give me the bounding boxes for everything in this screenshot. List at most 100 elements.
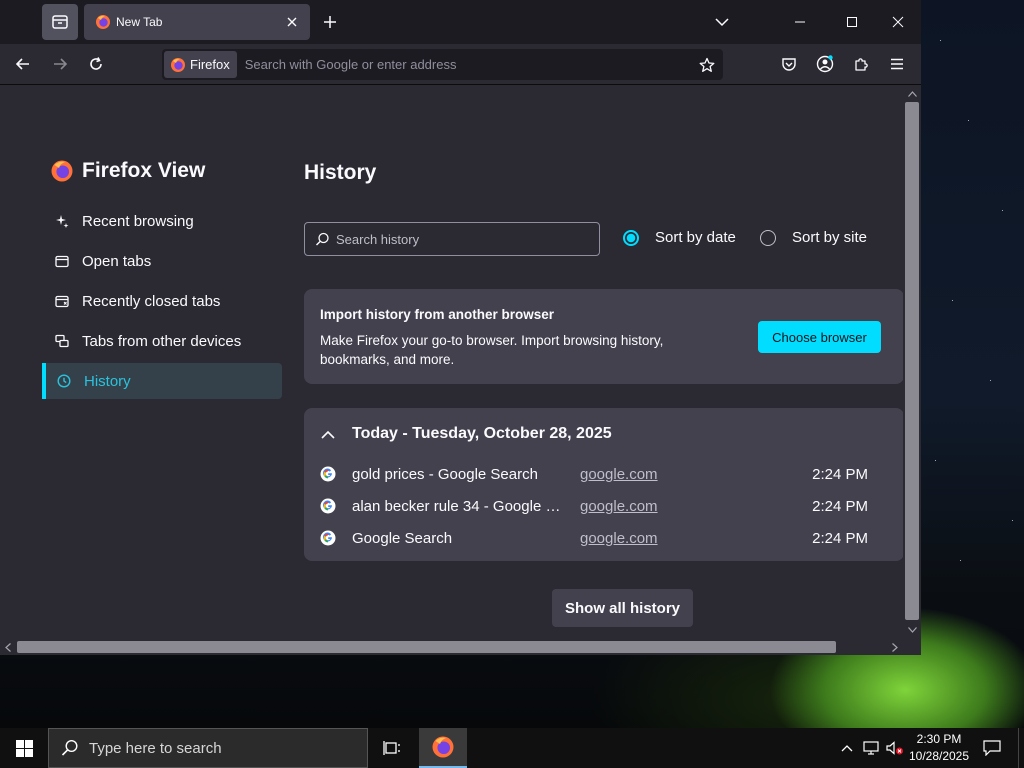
new-tab-button[interactable]: [316, 8, 344, 36]
scroll-left-arrow-icon[interactable]: [1, 640, 15, 654]
closed-tab-icon: [54, 293, 70, 309]
tab-title: New Tab: [116, 15, 163, 29]
history-entry-title: gold prices - Google Search: [352, 465, 538, 483]
sort-by-date-label: Sort by date: [655, 229, 736, 246]
volume-button[interactable]: [884, 728, 906, 768]
tab-new-tab[interactable]: New Tab: [84, 4, 310, 40]
start-button[interactable]: [0, 728, 48, 768]
maximize-button[interactable]: [834, 4, 870, 40]
sort-by-site-label: Sort by site: [792, 229, 868, 246]
history-entry-domain[interactable]: google.com: [580, 530, 794, 547]
bookmark-button[interactable]: [693, 51, 721, 79]
google-favicon-icon: [320, 530, 336, 546]
vertical-scrollbar-thumb[interactable]: [905, 102, 919, 620]
firefox-view-title: Firefox View: [82, 159, 206, 182]
account-icon: [816, 55, 834, 73]
sidebar-item-open-tabs[interactable]: Open tabs: [42, 243, 282, 279]
windows-taskbar: 2:30 PM 10/28/2025: [0, 728, 1024, 768]
chevron-up-icon: [841, 745, 853, 752]
navigation-toolbar: Firefox: [0, 44, 921, 85]
sort-by-date-radio[interactable]: [623, 229, 639, 246]
reload-icon: [90, 57, 102, 70]
history-search-box[interactable]: [304, 222, 600, 256]
taskbar-search-input[interactable]: [89, 739, 349, 757]
history-entry-title: alan becker rule 34 - Google S...: [352, 497, 566, 515]
taskbar-firefox-app[interactable]: [419, 728, 467, 768]
scroll-down-arrow-icon[interactable]: [905, 623, 919, 637]
chevron-up-icon[interactable]: [320, 426, 336, 442]
sort-by-site-radio[interactable]: [760, 229, 776, 246]
extensions-button[interactable]: [846, 49, 876, 79]
sidebar-item-label: Tabs from other devices: [82, 332, 242, 350]
horizontal-scrollbar[interactable]: [0, 639, 921, 655]
history-date-card: Today - Tuesday, October 28, 2025 gold p…: [304, 408, 904, 561]
history-row[interactable]: gold prices - Google Search google.com 2…: [320, 458, 885, 490]
sidebar-item-recently-closed-tabs[interactable]: Recently closed tabs: [42, 283, 282, 319]
show-all-history-button[interactable]: Show all history: [552, 589, 693, 627]
list-all-tabs-button[interactable]: [708, 8, 736, 36]
firefox-view-icon: [52, 15, 68, 29]
history-panel: History Sort by date Sort by site Import…: [304, 85, 904, 655]
sidebar-item-history[interactable]: History: [42, 363, 282, 399]
url-bar[interactable]: Firefox: [162, 49, 723, 80]
show-hidden-icons-button[interactable]: [838, 728, 856, 768]
google-favicon-icon: [320, 466, 336, 482]
close-window-button[interactable]: [880, 4, 916, 40]
notification-icon: [983, 740, 1001, 756]
network-icon: [863, 741, 879, 755]
firefox-logo-icon: [51, 160, 73, 182]
history-entry-time: 2:24 PM: [812, 529, 868, 547]
close-icon: [892, 16, 904, 28]
firefox-view-sidebar: Firefox View Recent browsing Open tabs R…: [40, 85, 285, 655]
clock-time: 2:30 PM: [916, 732, 962, 746]
reload-button[interactable]: [81, 49, 111, 79]
firefox-logo-icon: [171, 57, 185, 72]
horizontal-scrollbar-thumb[interactable]: [17, 641, 836, 653]
app-menu-button[interactable]: [882, 49, 912, 79]
folder-icon: [54, 253, 70, 269]
network-button[interactable]: [860, 728, 882, 768]
scroll-up-arrow-icon[interactable]: [905, 87, 919, 101]
action-center-button[interactable]: [978, 728, 1006, 768]
import-card-title: Import history from another browser: [320, 307, 555, 322]
star-icon: [699, 57, 715, 72]
taskbar-clock[interactable]: 2:30 PM 10/28/2025: [906, 731, 972, 765]
minimize-button[interactable]: [782, 4, 818, 40]
back-button[interactable]: [8, 49, 38, 79]
show-desktop-button[interactable]: [1018, 728, 1024, 768]
page-title: History: [304, 161, 377, 184]
vertical-scrollbar[interactable]: [903, 85, 921, 639]
history-entry-domain[interactable]: google.com: [580, 466, 794, 483]
sort-by-date-option[interactable]: Sort by date: [623, 229, 736, 246]
minimize-icon: [795, 21, 805, 23]
pocket-button[interactable]: [774, 49, 804, 79]
history-date-label: Today - Tuesday, October 28, 2025: [352, 425, 612, 442]
firefox-view-button[interactable]: [42, 4, 78, 40]
account-button[interactable]: [810, 49, 840, 79]
address-input[interactable]: [244, 57, 693, 72]
task-view-button[interactable]: [372, 728, 412, 768]
history-entry-time: 2:24 PM: [812, 465, 868, 483]
search-icon: [61, 739, 78, 756]
sidebar-item-recent-browsing[interactable]: Recent browsing: [42, 203, 282, 239]
history-search-input[interactable]: [336, 231, 599, 247]
forward-button[interactable]: [45, 49, 75, 79]
history-entry-domain[interactable]: google.com: [580, 498, 794, 515]
sort-by-site-option[interactable]: Sort by site: [760, 229, 867, 246]
task-view-icon: [383, 741, 400, 755]
history-row[interactable]: Google Search google.com 2:24 PM: [320, 522, 885, 554]
tab-strip: New Tab: [0, 0, 921, 44]
close-tab-button[interactable]: [280, 10, 304, 34]
identity-box[interactable]: Firefox: [164, 51, 237, 78]
scroll-right-arrow-icon[interactable]: [888, 640, 902, 654]
history-row[interactable]: alan becker rule 34 - Google S... google…: [320, 490, 885, 522]
arrow-right-icon: [54, 58, 68, 70]
history-date-header[interactable]: Today - Tuesday, October 28, 2025: [320, 425, 612, 443]
history-entry-title: Google Search: [352, 529, 453, 547]
taskbar-search-box[interactable]: [48, 728, 368, 768]
sidebar-item-tabs-from-other-devices[interactable]: Tabs from other devices: [42, 323, 282, 359]
choose-browser-button[interactable]: Choose browser: [758, 321, 881, 353]
close-icon: [287, 17, 297, 27]
chevron-down-icon: [715, 18, 729, 27]
firefox-logo-icon: [96, 15, 110, 29]
